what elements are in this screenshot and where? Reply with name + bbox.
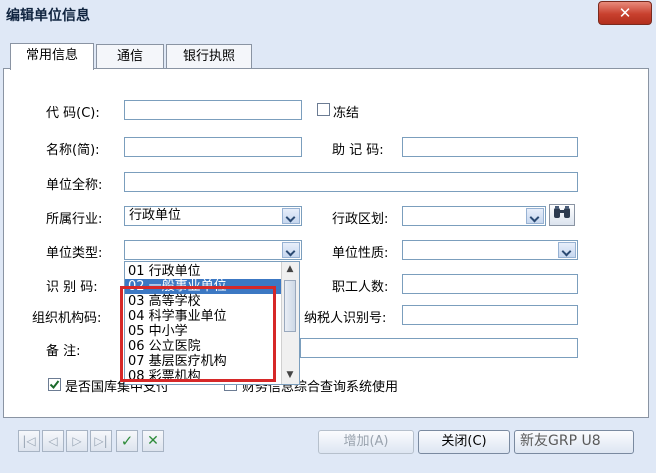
tab-common-info[interactable]: 常用信息 bbox=[10, 43, 94, 70]
code-input[interactable] bbox=[124, 100, 302, 120]
short-name-input[interactable] bbox=[124, 137, 302, 157]
mnemonic-input[interactable] bbox=[402, 137, 578, 157]
chevron-down-icon[interactable] bbox=[558, 242, 576, 258]
scroll-thumb[interactable] bbox=[284, 280, 296, 332]
unit-nature-label: 单位性质: bbox=[332, 246, 389, 261]
last-record-icon[interactable]: ▷| bbox=[90, 430, 112, 452]
state-treasury-checkbox[interactable] bbox=[48, 378, 61, 391]
freeze-label: 冻结 bbox=[333, 106, 360, 121]
close-window-button[interactable]: ✕ bbox=[598, 1, 652, 25]
tab-bank-license[interactable]: 银行执照 bbox=[166, 44, 252, 69]
highlight-box bbox=[120, 286, 276, 382]
tab-communication[interactable]: 通信 bbox=[96, 44, 164, 69]
org-code-label: 组织机构码: bbox=[32, 311, 102, 326]
first-record-icon[interactable]: |◁ bbox=[18, 430, 40, 452]
region-select[interactable] bbox=[402, 206, 546, 226]
checkmark-icon bbox=[49, 380, 60, 390]
industry-select[interactable]: 行政单位 bbox=[124, 206, 302, 226]
dropdown-scrollbar[interactable]: ▲ ▼ bbox=[281, 262, 299, 384]
chevron-down-icon[interactable] bbox=[282, 242, 300, 258]
full-name-label: 单位全称: bbox=[46, 178, 103, 193]
window-title: 编辑单位信息 bbox=[6, 8, 90, 24]
add-button[interactable]: 增加(A) bbox=[318, 430, 414, 454]
short-name-label: 名称(简): bbox=[46, 143, 100, 158]
freeze-checkbox[interactable] bbox=[317, 103, 330, 116]
chevron-down-icon[interactable] bbox=[282, 208, 300, 224]
mnemonic-label: 助 记 码: bbox=[332, 143, 384, 158]
list-item[interactable]: 01 行政单位 bbox=[128, 264, 280, 279]
staff-count-label: 职工人数: bbox=[332, 280, 389, 295]
next-record-icon[interactable]: ▷ bbox=[66, 430, 88, 452]
watermark: 新友GRP U8 bbox=[520, 433, 601, 449]
unit-type-select[interactable] bbox=[124, 240, 302, 260]
unit-nature-select[interactable] bbox=[402, 240, 578, 260]
id-code-label: 识 别 码: bbox=[46, 280, 98, 295]
binoculars-glyph bbox=[554, 206, 570, 218]
code-label: 代 码(C): bbox=[46, 106, 100, 121]
close-button[interactable]: 关闭(C) bbox=[418, 430, 510, 454]
industry-label: 所属行业: bbox=[46, 212, 103, 227]
scroll-up-icon[interactable]: ▲ bbox=[284, 264, 296, 276]
remark-label: 备 注: bbox=[46, 344, 81, 359]
taxpayer-label: 纳税人识别号: bbox=[304, 311, 387, 326]
confirm-check-icon[interactable]: ✓ bbox=[116, 430, 138, 452]
region-label: 行政区划: bbox=[332, 212, 389, 227]
scroll-down-icon[interactable]: ▼ bbox=[284, 370, 296, 382]
unit-type-label: 单位类型: bbox=[46, 246, 103, 261]
binoculars-icon[interactable] bbox=[549, 204, 575, 226]
remark-input[interactable] bbox=[300, 338, 578, 358]
cancel-x-icon[interactable]: ✕ bbox=[142, 430, 164, 452]
taxpayer-input[interactable] bbox=[402, 305, 578, 325]
title-bar: 编辑单位信息 ✕ bbox=[0, 0, 656, 30]
chevron-down-icon[interactable] bbox=[526, 208, 544, 224]
staff-count-input[interactable] bbox=[402, 274, 578, 294]
previous-record-icon[interactable]: ◁ bbox=[42, 430, 64, 452]
full-name-input[interactable] bbox=[124, 172, 578, 192]
industry-value: 行政单位 bbox=[129, 208, 182, 223]
